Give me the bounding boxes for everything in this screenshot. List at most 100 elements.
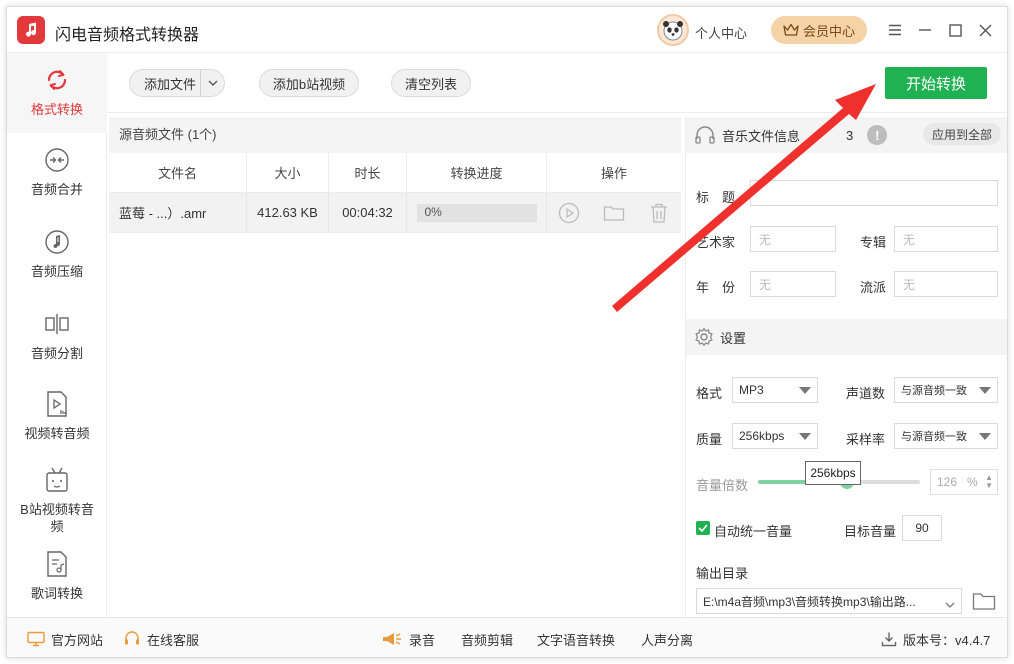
file-progress-cell: 0% <box>407 193 547 232</box>
clear-list-button[interactable]: 清空列表 <box>391 69 471 97</box>
minimize-icon <box>919 29 931 31</box>
file-name-cell: 蓝莓 - ...）.amr <box>109 193 247 232</box>
sidebar-item-bilibili-to-audio[interactable]: B站视频转音频 <box>7 465 107 551</box>
chevron-down-icon <box>979 387 991 394</box>
sidebar-item-audio-merge[interactable]: 音频合并 <box>7 145 107 215</box>
megaphone-icon <box>383 633 401 645</box>
output-dir-select[interactable]: E:\m4a音频\mp3\音频转换mp3\输出路... <box>696 588 962 614</box>
folder-icon <box>603 205 625 221</box>
trash-icon <box>650 203 667 223</box>
check-icon <box>698 524 708 532</box>
sidebar-item-audio-split[interactable]: 音频分割 <box>7 309 107 379</box>
format-label: 格式 <box>696 386 723 401</box>
text-to-speech-link[interactable]: 文字语音转换 <box>537 618 615 657</box>
volume-stepper[interactable]: 126 % ▲ ▼ <box>930 469 998 495</box>
quality-select[interactable]: 256kbps <box>732 423 818 449</box>
user-avatar[interactable] <box>657 14 689 46</box>
split-icon <box>42 309 72 339</box>
samplerate-value: 与源音频一致 <box>901 431 967 443</box>
vip-center-label: 会员中心 <box>802 23 855 39</box>
monitor-icon <box>27 631 45 647</box>
menu-button[interactable] <box>885 20 905 40</box>
artist-input[interactable]: 无 <box>750 226 836 252</box>
sidebar-item-label: 歌词转换 <box>30 586 83 601</box>
genre-input[interactable]: 无 <box>894 271 998 297</box>
settings-header: 设置 <box>686 319 1007 355</box>
maximize-button[interactable] <box>945 20 965 40</box>
video-file-icon <box>42 389 72 419</box>
add-file-dropdown[interactable] <box>200 70 224 96</box>
samplerate-select[interactable]: 与源音频一致 <box>894 423 998 449</box>
year-input[interactable]: 无 <box>750 271 836 297</box>
year-label: 年 份 <box>696 280 736 295</box>
chevron-down-icon <box>208 80 217 86</box>
online-support-link[interactable]: 在线客服 <box>123 618 200 657</box>
close-button[interactable] <box>975 20 995 40</box>
version-info: 版本号：v4.4.7 <box>881 618 990 657</box>
sidebar-item-audio-compress[interactable]: 音频压缩 <box>7 227 107 297</box>
chevron-down-icon <box>799 387 811 394</box>
vocal-separation-link[interactable]: 人声分离 <box>641 618 693 657</box>
format-select[interactable]: MP3 <box>732 377 818 403</box>
browse-folder-button[interactable] <box>972 591 996 614</box>
file-list-header: 源音频文件 (1个) <box>109 117 681 153</box>
play-button[interactable] <box>558 202 580 224</box>
format-value: MP3 <box>739 383 764 397</box>
stepper-arrows-icon[interactable]: ▲ ▼ <box>985 474 993 490</box>
open-folder-button[interactable] <box>603 202 625 224</box>
channels-select[interactable]: 与源音频一致 <box>894 377 998 403</box>
sidebar-item-format-convert[interactable]: 格式转换 <box>7 53 107 133</box>
target-volume-input[interactable]: 90 <box>902 515 942 541</box>
quality-label: 质量 <box>696 432 723 447</box>
sidebar-item-label: 格式转换 <box>30 102 83 117</box>
headphones-icon <box>695 126 715 144</box>
album-input[interactable]: 无 <box>894 226 998 252</box>
genre-label: 流派 <box>860 280 887 295</box>
online-support-label: 在线客服 <box>147 632 200 648</box>
col-header-actions: 操作 <box>600 166 627 181</box>
table-row[interactable]: 蓝莓 - ...）.amr 412.63 KB 00:04:32 0% <box>109 193 681 233</box>
title-input[interactable] <box>750 180 998 206</box>
file-duration-cell: 00:04:32 <box>329 193 407 232</box>
official-website-label: 官方网站 <box>51 632 104 648</box>
auto-volume-checkbox[interactable] <box>696 521 710 535</box>
add-file-button[interactable]: 添加文件 <box>129 69 225 97</box>
add-bilibili-video-button[interactable]: 添加b站视频 <box>259 69 359 97</box>
personal-center-link[interactable]: 个人中心 <box>695 23 747 42</box>
vip-center-button[interactable]: 会员中心 <box>771 16 867 44</box>
output-dir-path: E:\m4a音频\mp3\音频转换mp3\输出路... <box>703 594 916 609</box>
bilibili-tv-icon <box>42 465 72 495</box>
start-convert-button[interactable]: 开始转换 <box>885 67 987 99</box>
record-link[interactable]: 录音 <box>381 618 435 657</box>
crown-icon <box>783 23 799 36</box>
hamburger-icon <box>889 24 901 36</box>
auto-volume-label: 自动统一音量 <box>714 524 793 539</box>
official-website-link[interactable]: 官方网站 <box>27 618 104 657</box>
folder-icon <box>972 593 996 610</box>
music-info-header: 音乐文件信息 3 ! 应用到全部 <box>686 117 1007 153</box>
app-window: 闪电音频格式转换器 个人中心 会员中心 格式转换 音频合并 音频压缩 音频分割 … <box>6 6 1008 658</box>
headset-icon <box>125 631 139 645</box>
music-info-suffix: 3 <box>846 127 854 143</box>
apply-to-all-button[interactable]: 应用到全部 <box>923 123 1001 145</box>
sidebar-item-lyrics-convert[interactable]: 歌词转换 <box>7 549 107 619</box>
samplerate-label: 采样率 <box>846 432 886 447</box>
settings-title: 设置 <box>720 330 747 346</box>
sidebar: 格式转换 音频合并 音频压缩 音频分割 视频转音频 B站视频转音频 歌词转换 <box>7 53 107 617</box>
audio-edit-link[interactable]: 音频剪辑 <box>461 618 513 657</box>
sidebar-item-video-to-audio[interactable]: 视频转音频 <box>7 389 107 463</box>
right-panel: 音乐文件信息 3 ! 应用到全部 标 题 艺术家 无 专辑 无 年 份 无 流派… <box>685 117 1007 617</box>
quality-value: 256kbps <box>739 429 785 443</box>
info-warning-icon[interactable]: ! <box>867 125 888 145</box>
col-header-size: 大小 <box>247 153 329 192</box>
chevron-down-icon <box>945 598 955 612</box>
sidebar-item-label: 视频转音频 <box>24 426 90 441</box>
delete-button[interactable] <box>648 202 670 224</box>
add-file-label: 添加文件 <box>144 76 197 92</box>
target-volume-label: 目标音量 <box>844 524 897 539</box>
title-bar: 闪电音频格式转换器 个人中心 会员中心 <box>7 7 1007 53</box>
chevron-down-icon <box>799 433 811 440</box>
maximize-icon <box>948 23 962 37</box>
col-header-filename: 文件名 <box>109 153 247 192</box>
minimize-button[interactable] <box>915 20 935 40</box>
